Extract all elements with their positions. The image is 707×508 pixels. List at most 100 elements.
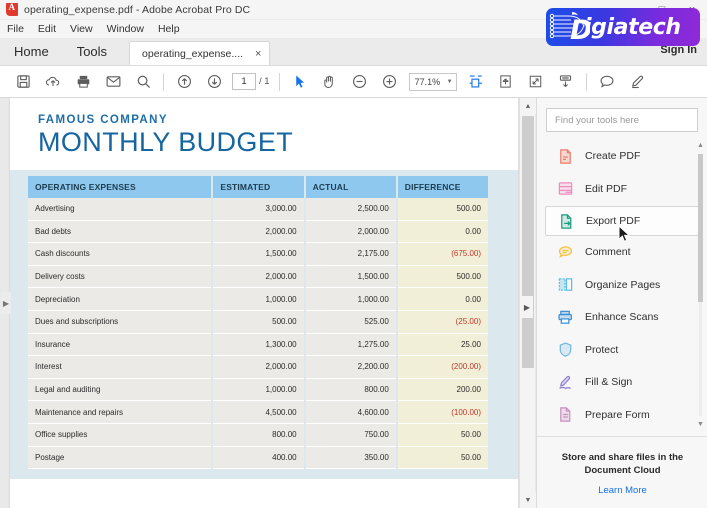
digiatech-watermark-logo: D igiatech [546, 8, 700, 46]
tool-item-organize-pages[interactable]: Organize Pages [545, 269, 699, 302]
tool-item-create-pdf[interactable]: Create PDF [545, 140, 699, 173]
cell-difference: 500.00 [396, 265, 491, 289]
upload-cloud-icon[interactable] [38, 68, 68, 96]
scroll-mode-icon[interactable] [551, 68, 581, 96]
fit-page-icon[interactable] [491, 68, 521, 96]
print-icon[interactable] [68, 68, 98, 96]
mouse-cursor-icon [618, 225, 631, 242]
document-viewport[interactable]: FAMOUS COMPANY MONTHLY BUDGET OPERATING … [0, 98, 540, 508]
cell-estimated: 1,000.00 [212, 287, 306, 311]
company-name: FAMOUS COMPANY [38, 114, 168, 126]
tab-tools[interactable]: Tools [63, 37, 121, 65]
zoom-level-dropdown[interactable]: 77.1% ▼ [408, 72, 457, 91]
cell-expense-name: Insurance [28, 333, 214, 357]
tools-scroll-up-icon[interactable]: ▲ [696, 142, 705, 149]
zoom-to-region-icon[interactable] [521, 68, 551, 96]
cell-difference: 0.00 [396, 287, 491, 311]
tools-search-input[interactable]: Find your tools here [546, 108, 698, 132]
menu-help[interactable]: Help [158, 23, 180, 35]
menu-edit[interactable]: Edit [38, 23, 56, 35]
tool-item-edit-pdf[interactable]: Edit PDF [545, 173, 699, 206]
tool-item-enhance-scans[interactable]: Enhance Scans [545, 301, 699, 334]
enhance-scans-icon [557, 309, 574, 326]
tools-list-scrollbar[interactable]: ▲ ▼ [696, 142, 705, 428]
zoom-out-icon[interactable] [345, 68, 375, 96]
cell-expense-name: Interest [28, 355, 214, 379]
table-row: Insurance 1,300.00 1,275.00 25.00 [28, 333, 491, 357]
learn-more-link[interactable]: Learn More [537, 485, 707, 496]
page-down-icon[interactable] [199, 68, 229, 96]
toolbar-divider-2 [278, 72, 280, 91]
tab-document[interactable]: operating_expense.... × [129, 41, 271, 65]
hand-icon[interactable] [315, 68, 345, 96]
tool-item-label: Export PDF [586, 215, 641, 227]
email-icon[interactable] [98, 68, 128, 96]
tools-scroll-thumb[interactable] [698, 154, 703, 302]
table-row: Depreciation 1,000.00 1,000.00 0.00 [28, 287, 491, 311]
page-number-input[interactable]: 1 [232, 73, 256, 90]
cell-difference: 50.00 [396, 423, 491, 447]
table-header-row: OPERATING EXPENSES ESTIMATED ACTUAL DIFF… [28, 176, 491, 198]
tool-item-label: Protect [585, 343, 619, 356]
page-up-icon[interactable] [169, 68, 199, 96]
cell-estimated: 1,300.00 [212, 333, 306, 357]
tab-document-label: operating_expense.... [142, 47, 244, 60]
cell-difference: (25.00) [396, 310, 491, 334]
scroll-up-icon[interactable]: ▲ [520, 98, 536, 114]
cell-expense-name: Advertising [28, 198, 214, 221]
menu-file[interactable]: File [7, 23, 24, 35]
column-header-actual: ACTUAL [304, 176, 398, 198]
cell-actual: 800.00 [304, 378, 398, 402]
cell-difference: (100.00) [396, 400, 491, 424]
fill-sign-icon [557, 374, 574, 391]
zoom-in-icon[interactable] [375, 68, 405, 96]
document-cloud-promo: Store and share files in the Document Cl… [537, 436, 707, 508]
highlight-pen-icon[interactable] [622, 68, 652, 96]
table-row: Dues and subscriptions 500.00 525.00 (25.00… [28, 310, 491, 334]
comment-bubble-icon[interactable] [592, 68, 622, 96]
budget-table-body: Advertising 3,000.00 2,500.00 500.00 Bad deb… [28, 198, 491, 470]
pdf-page: FAMOUS COMPANY MONTHLY BUDGET OPERATING … [10, 98, 518, 508]
tools-scroll-down-icon[interactable]: ▼ [696, 421, 705, 428]
tab-close-icon[interactable]: × [255, 48, 261, 60]
menu-window[interactable]: Window [107, 23, 144, 35]
toolbar-divider-3 [585, 72, 587, 91]
table-row: Postage 400.00 350.00 50.00 [28, 446, 491, 470]
cell-actual: 4,600.00 [304, 400, 398, 424]
cell-expense-name: Depreciation [28, 287, 214, 311]
scrollbar-thumb[interactable] [522, 116, 534, 368]
tool-item-label: Enhance Scans [585, 311, 659, 324]
cell-estimated: 1,500.00 [212, 242, 306, 266]
cell-expense-name: Legal and auditing [28, 378, 214, 402]
fit-width-icon[interactable] [461, 68, 491, 96]
table-row: Advertising 3,000.00 2,500.00 500.00 [28, 198, 491, 221]
table-row: Maintenance and repairs 4,500.00 4,600.00(… [28, 400, 491, 424]
column-header-estimated: ESTIMATED [212, 176, 306, 198]
select-arrow-icon[interactable] [285, 68, 315, 96]
cell-actual: 2,000.00 [304, 220, 398, 244]
tool-item-protect[interactable]: Protect [545, 334, 699, 367]
tool-item-prepare-form[interactable]: Prepare Form [545, 399, 699, 431]
table-row: Bad debts 2,000.00 2,000.00 0.00 [28, 220, 491, 244]
cell-difference: 50.00 [396, 446, 491, 470]
column-header-expenses: OPERATING EXPENSES [28, 176, 214, 198]
cell-difference: 500.00 [396, 198, 491, 221]
cell-difference: 200.00 [396, 378, 491, 402]
menu-view[interactable]: View [70, 23, 93, 35]
column-header-difference: DIFFERENCE [396, 176, 491, 198]
cell-difference: (675.00) [396, 242, 491, 266]
search-icon[interactable] [128, 68, 158, 96]
page-total-label: / 1 [259, 76, 270, 87]
left-panel-toggle[interactable]: ▶ [1, 292, 11, 314]
cell-actual: 525.00 [304, 310, 398, 334]
tab-home[interactable]: Home [0, 37, 63, 65]
tool-item-label: Create PDF [585, 150, 641, 163]
cell-estimated: 3,000.00 [212, 198, 306, 221]
scroll-down-icon[interactable]: ▼ [520, 492, 536, 508]
right-panel-toggle[interactable]: ▶ [521, 296, 533, 318]
toolbar-divider [163, 72, 164, 91]
save-icon[interactable] [8, 68, 38, 96]
promo-line-2: Document Cloud [584, 465, 661, 476]
cell-estimated: 400.00 [212, 446, 306, 470]
tool-item-fill-sign[interactable]: Fill & Sign [545, 366, 699, 399]
